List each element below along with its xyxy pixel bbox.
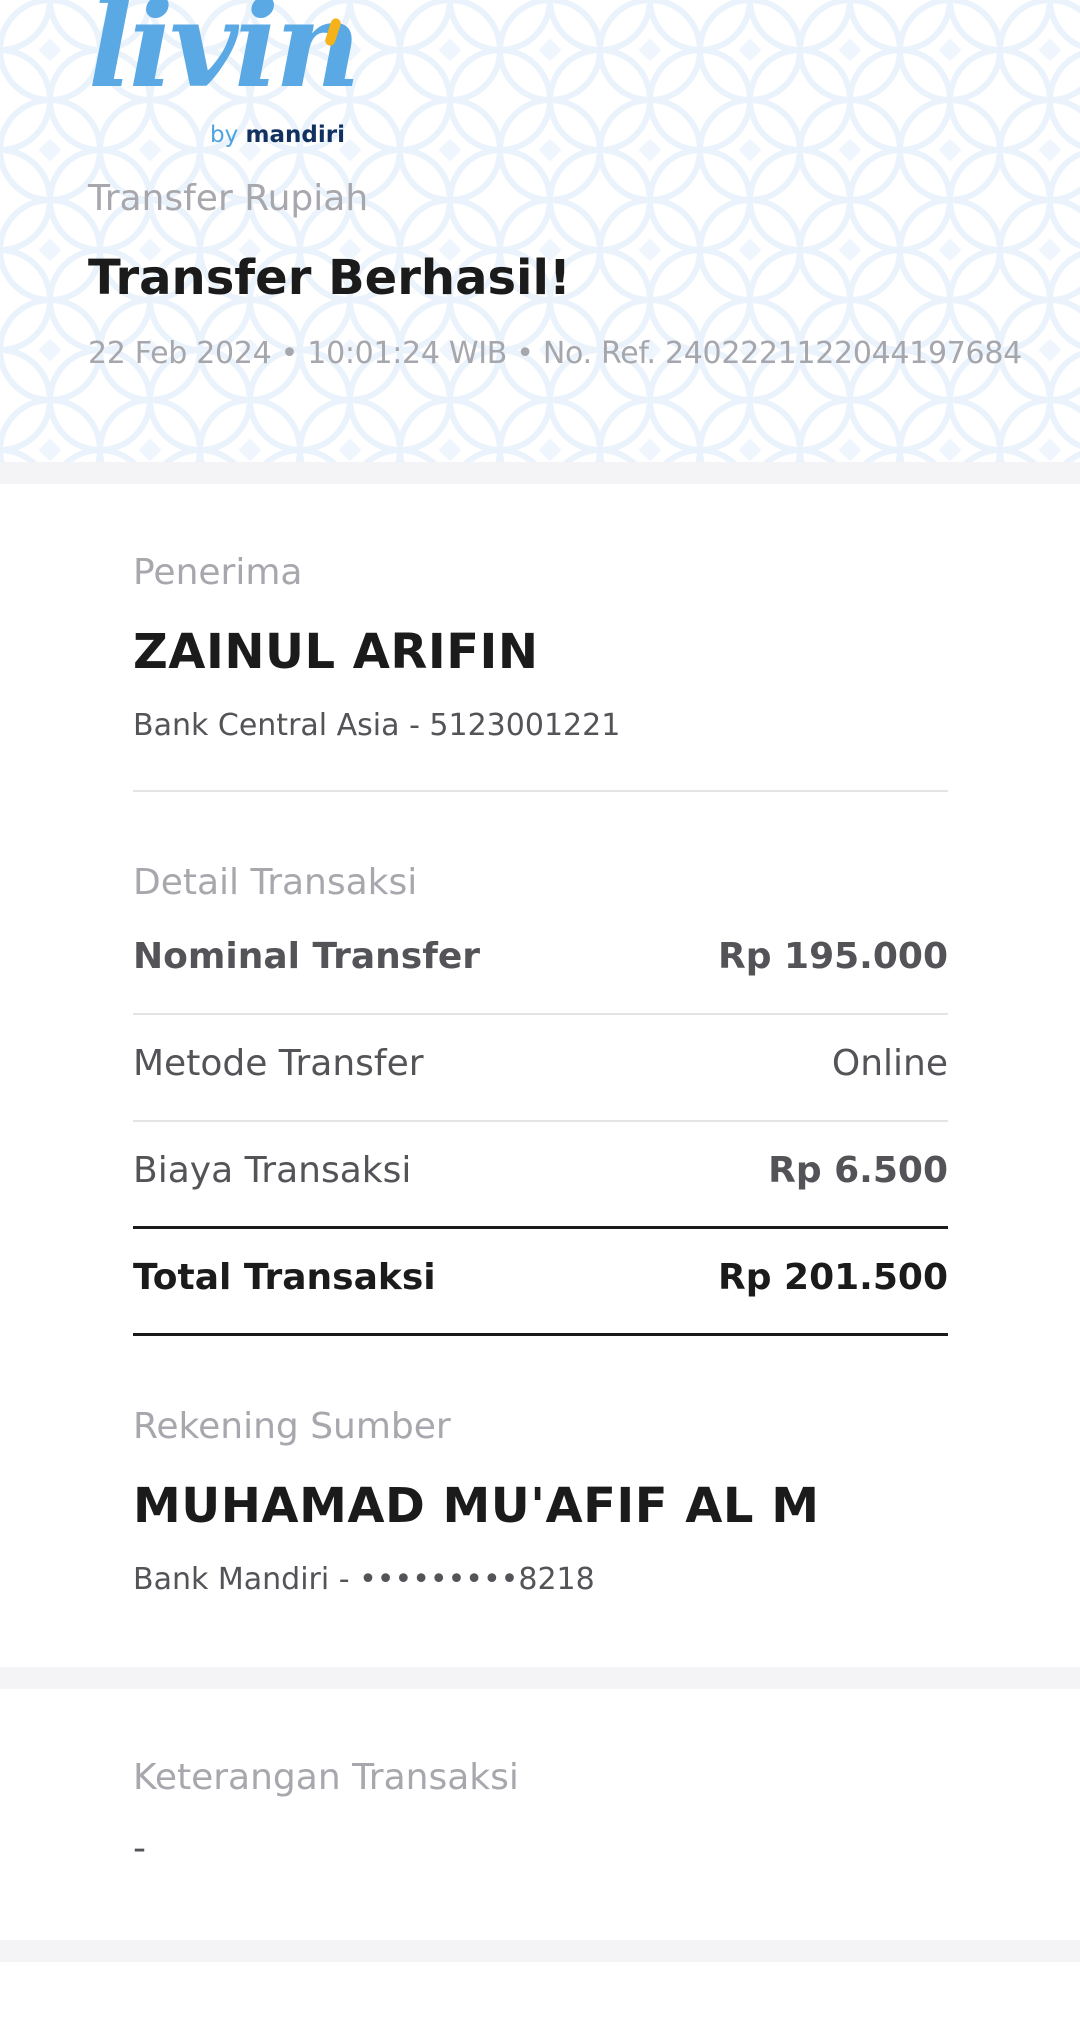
logo-wordmark: livin (88, 0, 361, 114)
logo-brand-text: mandiri (245, 122, 345, 148)
logo-byline: by mandiri (210, 122, 345, 148)
detail-key: Nominal Transfer (133, 935, 481, 977)
livin-by-mandiri-logo: livin by mandiri (88, 0, 361, 152)
total-top-divider (133, 1226, 948, 1229)
note-value: - (133, 1828, 146, 1869)
detail-value: Online (831, 1042, 948, 1084)
details-label: Detail Transaksi (133, 862, 418, 903)
page-title: Transfer Berhasil! (88, 250, 571, 306)
recipient-bank: Bank Central Asia - 5123001221 (133, 708, 621, 743)
total-value: Rp 201.500 (718, 1256, 948, 1298)
note-label: Keterangan Transaksi (133, 1757, 519, 1798)
row-divider (133, 1120, 948, 1122)
source-label: Rekening Sumber (133, 1406, 451, 1447)
source-name: MUHAMAD MU'AFIF AL M (133, 1478, 820, 1534)
section-divider (0, 462, 1080, 484)
recipient-name: ZAINUL ARIFIN (133, 624, 539, 680)
recipient-divider (133, 790, 948, 792)
source-bank: Bank Mandiri - •••••••••8218 (133, 1562, 595, 1597)
detail-value: Rp 195.000 (718, 935, 948, 977)
total-key: Total Transaksi (133, 1256, 436, 1298)
detail-row-total: Total Transaksi Rp 201.500 (133, 1247, 948, 1307)
detail-key: Biaya Transaksi (133, 1149, 412, 1191)
row-divider (133, 1013, 948, 1015)
detail-row-method: Metode Transfer Online (133, 1033, 948, 1093)
transaction-meta: 22 Feb 2024 • 10:01:24 WIB • No. Ref. 24… (88, 336, 1022, 371)
recipient-label: Penerima (133, 552, 303, 593)
section-divider (0, 1940, 1080, 1962)
logo-by-text: by (210, 122, 239, 148)
detail-value: Rp 6.500 (768, 1149, 948, 1191)
page-subtitle: Transfer Rupiah (88, 178, 369, 219)
total-bottom-divider (133, 1333, 948, 1336)
detail-key: Metode Transfer (133, 1042, 424, 1084)
section-divider (0, 1667, 1080, 1689)
receipt-header: livin by mandiri Transfer Rupiah Transfe… (0, 0, 1080, 462)
detail-row-fee: Biaya Transaksi Rp 6.500 (133, 1140, 948, 1200)
detail-row-nominal: Nominal Transfer Rp 195.000 (133, 926, 948, 986)
